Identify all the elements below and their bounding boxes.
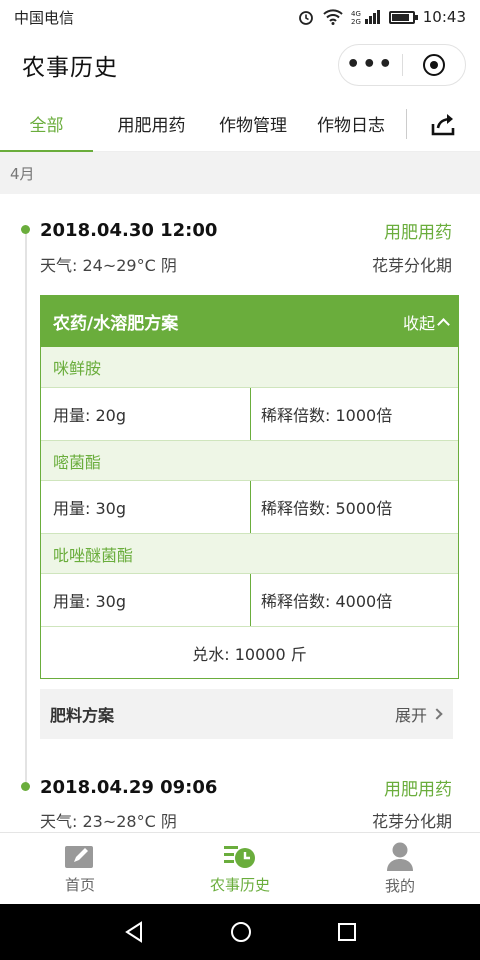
- target-icon: [422, 54, 445, 76]
- alarm-icon: [298, 11, 313, 25]
- drug-dosage: 用量: 20g: [53, 406, 126, 425]
- drug-row: 用量: 30g 稀释倍数: 5000倍: [41, 480, 458, 533]
- expand-label: 展开: [394, 706, 427, 725]
- collapse-label: 收起: [402, 313, 435, 333]
- record-meta: 天气: 23~28°C 阴 花芽分化期: [40, 808, 452, 832]
- drug-name: 咪鲜胺: [41, 347, 458, 387]
- drug-name: 吡唑醚菌酯: [41, 533, 458, 573]
- chevron-right-icon: [431, 708, 443, 720]
- share-icon: [431, 113, 454, 135]
- clock-time: 10:43: [422, 8, 466, 26]
- nav-label: 首页: [64, 876, 95, 894]
- share-button[interactable]: [407, 96, 480, 152]
- history-icon: [224, 846, 255, 868]
- page-title: 农事历史: [22, 55, 118, 81]
- drug-dilution: 稀释倍数: 1000倍: [250, 388, 458, 440]
- more-button[interactable]: •••: [339, 45, 402, 85]
- drug-dilution: 稀释倍数: 5000倍: [250, 481, 458, 533]
- pesticide-plan-card: 农药/水溶肥方案 收起 咪鲜胺 用量: 20g 稀释倍数: 1000倍 嘧菌酯 …: [40, 295, 459, 679]
- drug-row: 用量: 30g 稀释倍数: 4000倍: [41, 573, 458, 626]
- plan-header: 农药/水溶肥方案 收起: [41, 296, 458, 347]
- back-icon[interactable]: [122, 920, 146, 944]
- nav-home[interactable]: 首页: [0, 833, 160, 904]
- fertilizer-plan-row[interactable]: 肥料方案 展开: [40, 689, 453, 739]
- record-header: 2018.04.30 12:00 用肥用药: [40, 218, 452, 243]
- bottom-nav: 首页 农事历史 我的: [0, 832, 480, 904]
- nav-label: 农事历史: [209, 876, 270, 894]
- timeline-line: [25, 228, 27, 788]
- home-icon[interactable]: [229, 920, 253, 944]
- record-meta: 天气: 24~29°C 阴 花芽分化期: [40, 252, 452, 276]
- nav-label: 我的: [384, 877, 415, 895]
- status-icons: 4G 2G 10:43: [297, 8, 466, 26]
- record-type: 用肥用药: [384, 780, 452, 800]
- filter-tabs: 全部 用肥用药 作物管理 作物日志: [0, 96, 480, 152]
- collapse-button[interactable]: 收起: [402, 310, 450, 334]
- svg-text:4G: 4G: [351, 10, 361, 18]
- record-type: 用肥用药: [384, 223, 452, 243]
- timeline-dot: [21, 782, 30, 791]
- tab-fertilizer-pesticide[interactable]: 用肥用药: [93, 96, 210, 152]
- water-amount: 兑水: 10000 斤: [41, 626, 458, 678]
- mini-program-capsule: •••: [338, 44, 466, 86]
- record-datetime: 2018.04.30 12:00: [40, 220, 218, 241]
- record-datetime: 2018.04.29 09:06: [40, 777, 218, 798]
- close-miniprogram-button[interactable]: [403, 45, 466, 85]
- fertilizer-plan-title: 肥料方案: [50, 706, 115, 725]
- plan-title: 农药/水溶肥方案: [53, 314, 179, 334]
- signal-icon: 4G2G: [351, 10, 380, 25]
- drug-name: 嘧菌酯: [41, 440, 458, 480]
- drug-dosage: 用量: 30g: [53, 592, 126, 611]
- record-header: 2018.04.29 09:06 用肥用药: [40, 775, 452, 800]
- record-stage: 花芽分化期: [371, 256, 452, 275]
- record-weather: 天气: 24~29°C 阴: [40, 256, 177, 275]
- drug-dosage: 用量: 30g: [53, 499, 126, 518]
- title-bar: 农事历史 •••: [0, 34, 480, 96]
- drug-dilution: 稀释倍数: 4000倍: [250, 574, 458, 626]
- tab-all[interactable]: 全部: [0, 96, 93, 152]
- user-icon: [387, 842, 413, 871]
- wifi-icon: [323, 9, 343, 25]
- recents-icon[interactable]: [336, 921, 358, 943]
- nav-profile[interactable]: 我的: [320, 833, 480, 904]
- tab-crop-log[interactable]: 作物日志: [296, 96, 406, 152]
- tab-crop-management[interactable]: 作物管理: [210, 96, 296, 152]
- nav-history[interactable]: 农事历史: [160, 833, 320, 904]
- svg-text:2G: 2G: [351, 18, 361, 25]
- timeline-dot: [21, 225, 30, 234]
- battery-icon: [388, 10, 418, 24]
- chevron-up-icon: [437, 317, 450, 331]
- drug-row: 用量: 20g 稀释倍数: 1000倍: [41, 387, 458, 440]
- more-dots-icon: •••: [346, 52, 395, 77]
- expand-button[interactable]: 展开: [394, 702, 443, 726]
- record-weather: 天气: 23~28°C 阴: [40, 812, 177, 831]
- carrier-label: 中国电信: [14, 8, 75, 27]
- system-nav-bar: [0, 904, 480, 960]
- status-bar: 中国电信 4G 2G 10:43: [0, 0, 480, 34]
- record-stage: 花芽分化期: [371, 812, 452, 831]
- edit-icon: [65, 846, 93, 868]
- month-header: 4月: [0, 152, 480, 194]
